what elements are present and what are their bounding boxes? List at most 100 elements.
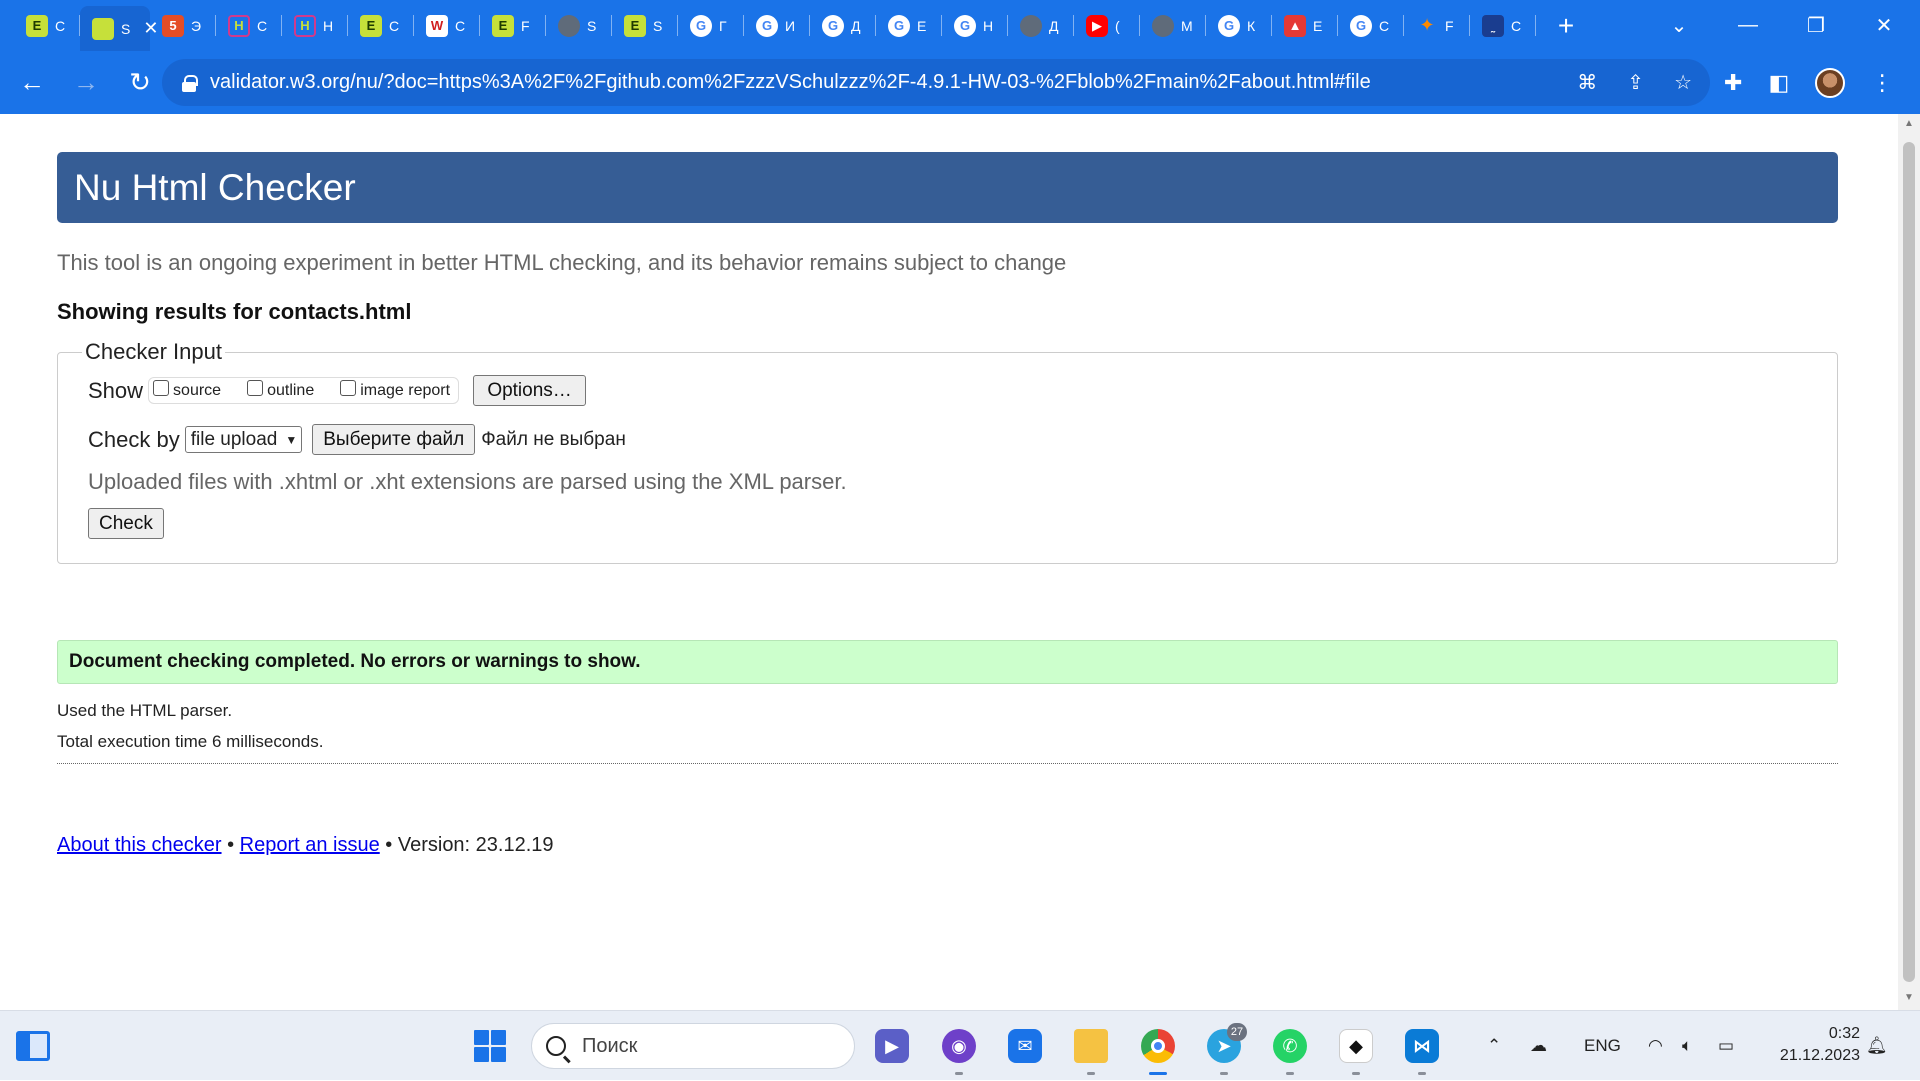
html5-icon: 5 bbox=[162, 14, 184, 37]
share-icon[interactable]: ⇪ bbox=[1627, 70, 1644, 95]
outline-checkbox[interactable] bbox=[247, 379, 264, 396]
browser-tab[interactable]: HН bbox=[282, 0, 348, 51]
browser-tab[interactable]: GЕ bbox=[876, 0, 942, 51]
clock-time: 0:32 bbox=[1828, 1025, 1860, 1042]
check-by-select[interactable]: file upload ▼ bbox=[184, 426, 303, 453]
minimize-button[interactable]: — bbox=[1714, 0, 1782, 51]
tab-title: С bbox=[55, 17, 66, 34]
running-indicator bbox=[1286, 1072, 1294, 1075]
active-indicator bbox=[1149, 1072, 1167, 1075]
source-checkbox-label[interactable]: source bbox=[173, 382, 221, 400]
browser-tab[interactable]: ˷ С bbox=[1470, 0, 1536, 51]
tab-title: С bbox=[389, 17, 400, 34]
running-indicator bbox=[1352, 1072, 1360, 1075]
chrome-icon[interactable] bbox=[1137, 1025, 1179, 1075]
browser-tab[interactable]: GИ bbox=[744, 0, 810, 51]
menu-icon[interactable]: ⋮ bbox=[1871, 70, 1893, 96]
browser-tab[interactable]: GС bbox=[1338, 0, 1404, 51]
browser-tab[interactable]: ▲ Е bbox=[1272, 0, 1338, 51]
extensions-icon[interactable]: ✚ bbox=[1724, 70, 1742, 96]
browser-tab[interactable]: HС bbox=[216, 0, 282, 51]
globe-icon bbox=[558, 14, 580, 37]
restore-button[interactable]: ❐ bbox=[1782, 0, 1850, 51]
browser-tab[interactable]: Д bbox=[1008, 0, 1074, 51]
onedrive-icon[interactable]: ☁ bbox=[1530, 1011, 1547, 1081]
tab-title: С bbox=[1511, 17, 1522, 34]
wifi-icon[interactable]: ◠ bbox=[1648, 1011, 1663, 1081]
red-profile-icon: ▲ bbox=[1284, 14, 1306, 37]
translate-icon[interactable]: ⌘ bbox=[1577, 70, 1597, 95]
checker-input-fieldset: Checker Input Show source outline image … bbox=[57, 339, 1838, 564]
side-panel-icon[interactable]: ◧ bbox=[1768, 70, 1789, 96]
bookmark-star-icon[interactable]: ☆ bbox=[1674, 70, 1692, 95]
browser-tab[interactable]: GК bbox=[1206, 0, 1272, 51]
address-bar[interactable]: validator.w3.org/nu/?doc=https%3A%2F%2Fg… bbox=[162, 59, 1710, 106]
tab-search-icon[interactable]: ⌄ bbox=[1645, 0, 1713, 51]
back-button[interactable]: ← bbox=[10, 61, 54, 105]
result-details: Used the HTML parser. Total execution ti… bbox=[57, 695, 1838, 757]
notification-bell-icon[interactable]: 🔔︎ bbox=[1866, 1011, 1888, 1081]
page-viewport: Nu Html Checker This tool is an ongoing … bbox=[0, 114, 1898, 1010]
notes-app-icon[interactable]: ◆ bbox=[1335, 1025, 1377, 1075]
image-report-checkbox[interactable] bbox=[340, 379, 357, 396]
about-checker-link[interactable]: About this checker bbox=[57, 834, 222, 856]
tagline: This tool is an ongoing experiment in be… bbox=[57, 250, 1067, 275]
widgets-icon[interactable] bbox=[12, 1025, 54, 1067]
check-by-label: Check by bbox=[88, 426, 180, 452]
report-issue-link[interactable]: Report an issue bbox=[240, 834, 380, 856]
reload-button[interactable]: ↻ bbox=[118, 61, 162, 105]
scroll-down-arrow-icon[interactable]: ▼ bbox=[1903, 992, 1915, 1004]
w3schools-icon: W bbox=[426, 14, 448, 37]
file-explorer-icon[interactable] bbox=[1070, 1025, 1112, 1075]
options-button[interactable]: Options… bbox=[473, 375, 587, 406]
browser-tab[interactable]: EС bbox=[14, 0, 80, 51]
browser-tab[interactable]: EС bbox=[348, 0, 414, 51]
choose-file-button[interactable]: Выберите файл bbox=[312, 424, 476, 455]
browser-tab[interactable]: GН bbox=[942, 0, 1008, 51]
scroll-thumb[interactable] bbox=[1903, 142, 1915, 982]
browser-tab[interactable]: GГ bbox=[678, 0, 744, 51]
tab-title: Е bbox=[1313, 17, 1323, 34]
telegram-icon[interactable]: ➤ 27 bbox=[1203, 1023, 1247, 1075]
browser-tab[interactable]: ▶( bbox=[1074, 0, 1140, 51]
browser-tab[interactable]: GД bbox=[810, 0, 876, 51]
battery-icon[interactable]: ▭ bbox=[1718, 1011, 1734, 1081]
yellow-green-square-icon bbox=[92, 17, 114, 40]
tab-title: К bbox=[1247, 17, 1256, 34]
image-report-checkbox-label[interactable]: image report bbox=[360, 382, 450, 400]
vscode-icon[interactable]: ⋈ bbox=[1401, 1025, 1443, 1075]
browser-tab[interactable]: М bbox=[1140, 0, 1206, 51]
show-hidden-icons-icon[interactable]: ⌃ bbox=[1487, 1011, 1501, 1081]
source-checkbox[interactable] bbox=[153, 379, 170, 396]
language-indicator[interactable]: ENG bbox=[1584, 1011, 1621, 1081]
teams-icon[interactable]: ▶ bbox=[871, 1025, 913, 1067]
lock-icon[interactable] bbox=[182, 74, 198, 92]
browser-tab[interactable]: 5Э bbox=[150, 0, 216, 51]
show-label: Show bbox=[88, 377, 144, 403]
mail-icon[interactable]: ✉ bbox=[1004, 1025, 1046, 1067]
system-clock[interactable]: 0:32 21.12.2023 bbox=[1768, 1023, 1860, 1067]
scroll-up-arrow-icon[interactable]: ▲ bbox=[1903, 118, 1915, 130]
showing-results-heading: Showing results for contacts.html bbox=[57, 299, 412, 324]
start-button[interactable] bbox=[469, 1025, 511, 1067]
tab-active[interactable]: S ✕ bbox=[80, 6, 158, 51]
taskbar-search-box[interactable]: Поиск bbox=[531, 1023, 855, 1069]
browser-tab[interactable]: ES bbox=[612, 0, 678, 51]
close-window-button[interactable]: ✕ bbox=[1850, 0, 1918, 51]
outline-checkbox-label[interactable]: outline bbox=[267, 382, 314, 400]
forward-button[interactable]: → bbox=[64, 61, 108, 105]
browser-tab[interactable]: S bbox=[546, 0, 612, 51]
new-tab-button[interactable]: + bbox=[1546, 6, 1586, 46]
yellow-green-square-icon: E bbox=[26, 14, 48, 37]
whatsapp-icon[interactable]: ✆ bbox=[1269, 1025, 1311, 1075]
search-icon bbox=[546, 1036, 566, 1056]
browser-tab[interactable]: EF bbox=[480, 0, 546, 51]
github-desktop-icon[interactable]: ◉ bbox=[938, 1025, 980, 1075]
volume-icon[interactable]: 🔈︎ bbox=[1682, 1011, 1692, 1081]
page-scrollbar[interactable]: ▲ ▼ bbox=[1898, 114, 1920, 1010]
browser-tab[interactable]: ✦ F bbox=[1404, 0, 1470, 51]
profile-avatar[interactable] bbox=[1815, 67, 1846, 98]
tab-title: Э bbox=[191, 17, 202, 34]
check-button[interactable]: Check bbox=[88, 508, 164, 539]
browser-tab[interactable]: WС bbox=[414, 0, 480, 51]
